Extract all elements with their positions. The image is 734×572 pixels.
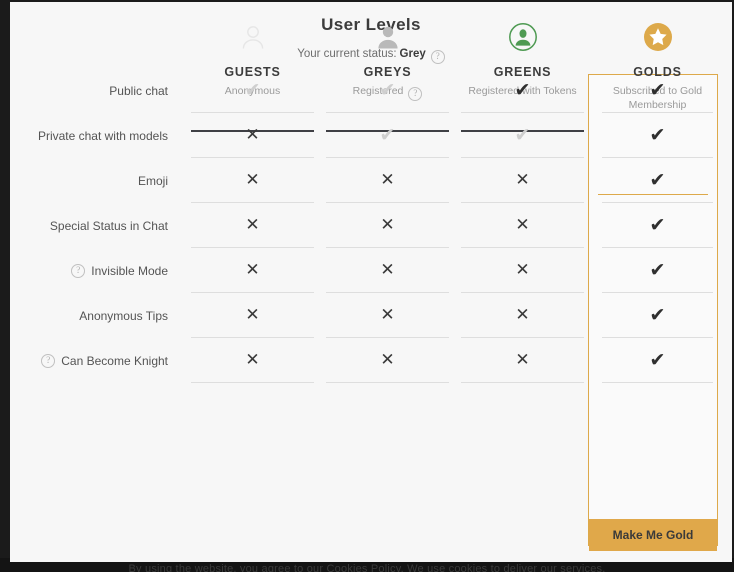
- feature-label-special-status-in-chat: Special Status in Chat: [10, 203, 185, 248]
- person-solid-icon: [320, 20, 455, 54]
- check-faint-icon: ✔: [514, 124, 531, 146]
- cell-guests-1: ✕: [185, 113, 320, 158]
- make-me-gold-button[interactable]: Make Me Gold: [589, 519, 717, 551]
- check-icon: ✔: [649, 169, 666, 191]
- cross-icon: ✕: [245, 350, 260, 370]
- feature-label-text: Anonymous Tips: [79, 308, 168, 323]
- star-circle-gold-icon: [590, 20, 725, 54]
- cell-greys-6: ✕: [320, 338, 455, 383]
- cell-golds-4: ✔: [590, 248, 725, 293]
- feature-matrix: Public chat ✔ ✔ ✔ ✔ Private chat with models ✕…: [10, 68, 732, 383]
- cell-greens-3: ✕: [455, 203, 590, 248]
- cell-greens-5: ✕: [455, 293, 590, 338]
- row-separator: [326, 382, 449, 383]
- cross-icon: ✕: [515, 260, 530, 280]
- cell-guests-3: ✕: [185, 203, 320, 248]
- table-row: Public chat ✔ ✔ ✔ ✔: [10, 68, 732, 113]
- cell-greys-0: ✔: [320, 68, 455, 113]
- user-levels-modal: User Levels Your current status: Grey? GU…: [10, 2, 732, 562]
- cell-greens-4: ✕: [455, 248, 590, 293]
- check-icon: ✔: [514, 79, 531, 101]
- check-faint-icon: ✔: [379, 79, 396, 101]
- check-faint-icon: ✔: [244, 79, 261, 101]
- cell-guests-5: ✕: [185, 293, 320, 338]
- cell-guests-0: ✔: [185, 68, 320, 113]
- cross-icon: ✕: [245, 170, 260, 190]
- check-icon: ✔: [649, 214, 666, 236]
- person-circle-green-icon: [455, 20, 590, 54]
- check-icon: ✔: [649, 259, 666, 281]
- check-icon: ✔: [649, 304, 666, 326]
- person-outline-icon: [185, 20, 320, 54]
- table-row: Emoji ✕ ✕ ✕ ✔: [10, 158, 732, 203]
- cell-greens-0: ✔: [455, 68, 590, 113]
- row-separator: [191, 382, 314, 383]
- row-separator: [461, 382, 584, 383]
- table-row: ? Invisible Mode ✕ ✕ ✕ ✔: [10, 248, 732, 293]
- row-separator: [602, 382, 713, 383]
- cell-golds-2: ✔: [590, 158, 725, 203]
- feature-label-emoji: Emoji: [10, 158, 185, 203]
- cell-golds-5: ✔: [590, 293, 725, 338]
- cross-icon: ✕: [515, 215, 530, 235]
- cross-icon: ✕: [245, 305, 260, 325]
- feature-help-icon[interactable]: ?: [41, 353, 56, 368]
- check-icon: ✔: [649, 79, 666, 101]
- cross-icon: ✕: [380, 215, 395, 235]
- cell-greens-1: ✔: [455, 113, 590, 158]
- feature-label-public-chat: Public chat: [10, 68, 185, 113]
- table-row: Special Status in Chat ✕ ✕ ✕ ✔: [10, 203, 732, 248]
- feature-label-anonymous-tips: Anonymous Tips: [10, 293, 185, 338]
- cell-greys-1: ✔: [320, 113, 455, 158]
- cell-golds-3: ✔: [590, 203, 725, 248]
- feature-label-text: Emoji: [137, 173, 168, 188]
- cell-greys-2: ✕: [320, 158, 455, 203]
- feature-label-can-become-knight: ? Can Become Knight: [10, 338, 185, 383]
- cell-golds-6: ✔: [590, 338, 725, 383]
- feature-label-private-chat-with-models: Private chat with models: [10, 113, 185, 158]
- feature-label-text: Public chat: [109, 83, 168, 98]
- table-row: Private chat with models ✕ ✔ ✔ ✔: [10, 113, 732, 158]
- cross-icon: ✕: [380, 305, 395, 325]
- cross-icon: ✕: [380, 260, 395, 280]
- cell-golds-0: ✔: [590, 68, 725, 113]
- cross-icon: ✕: [515, 170, 530, 190]
- cross-icon: ✕: [380, 170, 395, 190]
- cross-icon: ✕: [515, 305, 530, 325]
- cross-icon: ✕: [245, 125, 260, 145]
- cross-icon: ✕: [245, 215, 260, 235]
- feature-label-invisible-mode: ? Invisible Mode: [10, 248, 185, 293]
- cross-icon: ✕: [380, 350, 395, 370]
- feature-label-text: Can Become Knight: [61, 353, 168, 368]
- table-row: ? Can Become Knight ✕ ✕ ✕ ✔: [10, 338, 732, 383]
- table-row: Anonymous Tips ✕ ✕ ✕ ✔: [10, 293, 732, 338]
- cell-greens-6: ✕: [455, 338, 590, 383]
- cell-guests-4: ✕: [185, 248, 320, 293]
- cell-greys-3: ✕: [320, 203, 455, 248]
- feature-label-text: Private chat with models: [37, 128, 168, 143]
- feature-help-icon[interactable]: ?: [71, 263, 86, 278]
- check-icon: ✔: [649, 124, 666, 146]
- feature-label-text: Invisible Mode: [91, 263, 168, 278]
- cross-icon: ✕: [515, 350, 530, 370]
- cell-guests-2: ✕: [185, 158, 320, 203]
- cell-greys-5: ✕: [320, 293, 455, 338]
- cell-golds-1: ✔: [590, 113, 725, 158]
- cell-greys-4: ✕: [320, 248, 455, 293]
- cell-greens-2: ✕: [455, 158, 590, 203]
- check-faint-icon: ✔: [379, 124, 396, 146]
- cell-guests-6: ✕: [185, 338, 320, 383]
- cross-icon: ✕: [245, 260, 260, 280]
- feature-label-text: Special Status in Chat: [49, 218, 168, 233]
- check-icon: ✔: [649, 349, 666, 371]
